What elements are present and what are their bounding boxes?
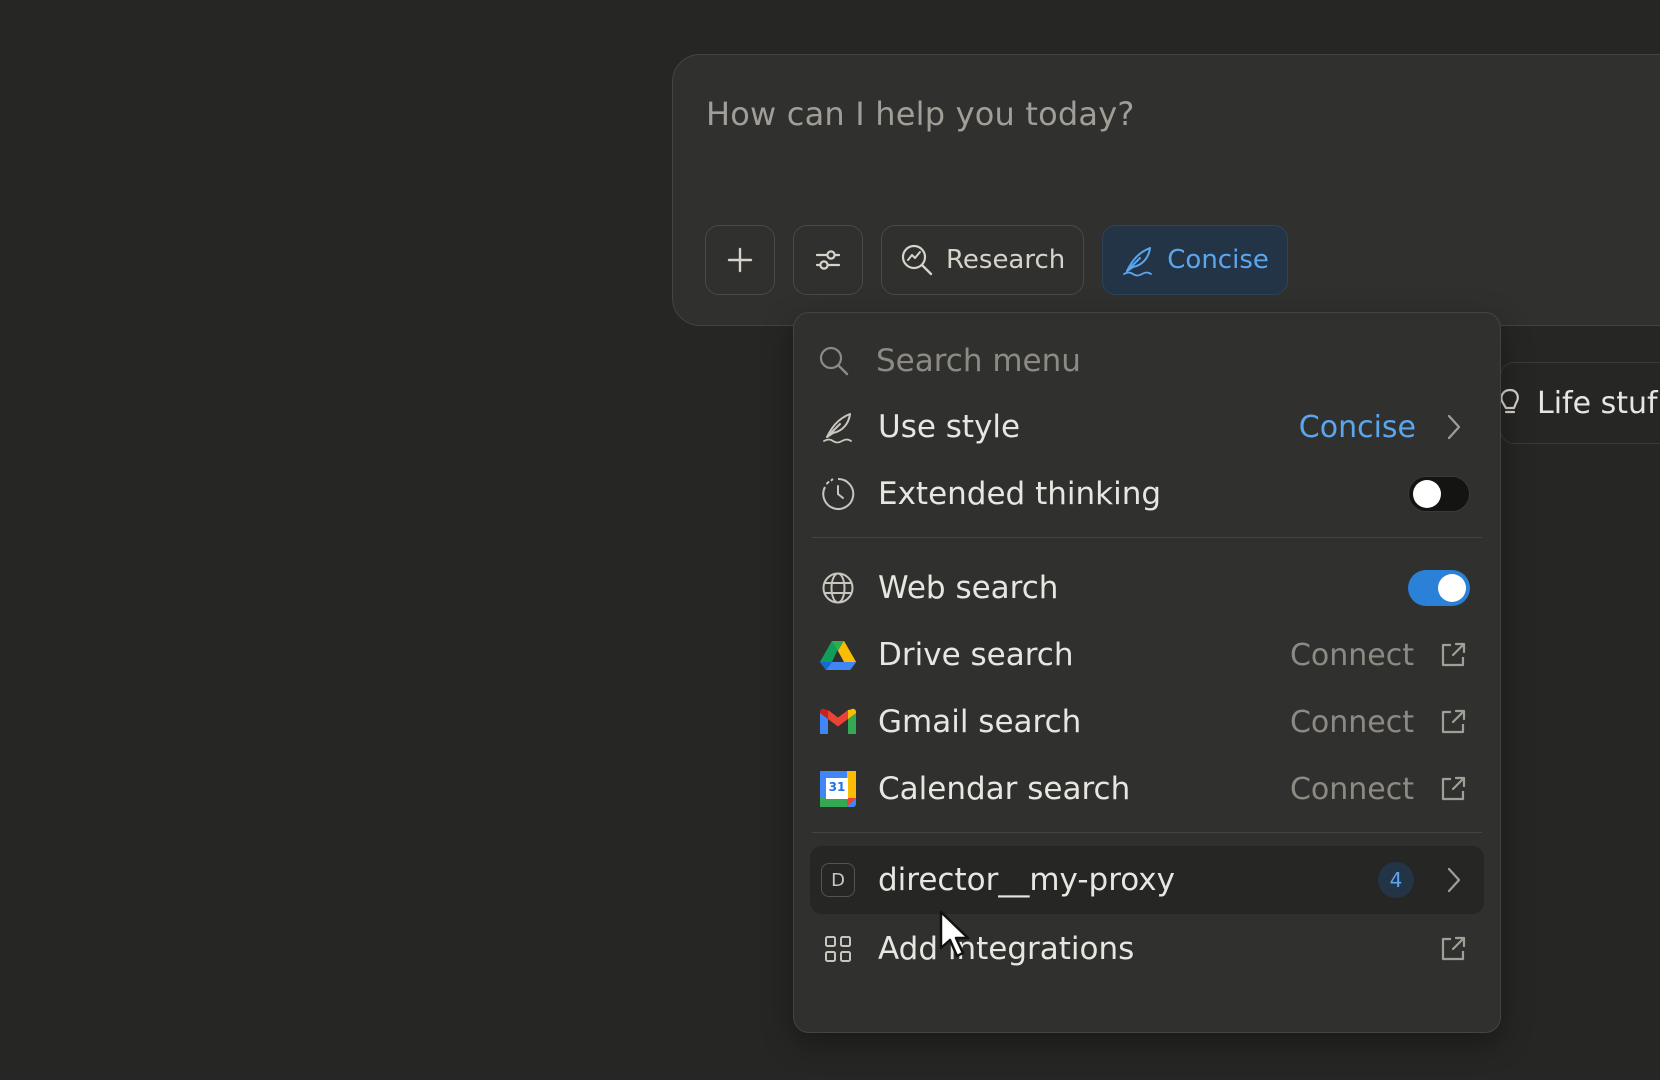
menu-item-director-proxy[interactable]: D director__my-proxy 4 <box>810 846 1484 914</box>
tools-menu: Use style Concise Extended thinking Web <box>793 312 1501 1033</box>
menu-search <box>818 331 1476 391</box>
connect-link[interactable]: Connect <box>1290 772 1414 807</box>
style-button[interactable]: Concise <box>1102 225 1288 295</box>
menu-item-add-integrations[interactable]: Add integrations <box>810 915 1484 983</box>
research-icon <box>901 244 933 276</box>
menu-item-label: Gmail search <box>878 704 1082 740</box>
integration-letter-icon: D <box>820 862 856 898</box>
menu-divider <box>812 832 1482 833</box>
menu-item-calendar-search[interactable]: 31 Calendar search Connect <box>810 755 1484 823</box>
style-label: Concise <box>1167 245 1269 275</box>
web-search-toggle[interactable] <box>1408 570 1470 606</box>
grid-icon <box>820 931 856 967</box>
extended-thinking-toggle[interactable] <box>1408 476 1470 512</box>
menu-item-use-style[interactable]: Use style Concise <box>810 393 1484 461</box>
project-chip[interactable]: Life stuf <box>1500 362 1660 444</box>
calendar-day: 31 <box>828 780 846 794</box>
external-link-icon <box>1438 774 1468 804</box>
add-button[interactable] <box>705 225 775 295</box>
google-calendar-icon: 31 <box>820 771 856 807</box>
menu-item-web-search[interactable]: Web search <box>810 554 1484 622</box>
chevron-right-icon <box>1442 865 1466 895</box>
feather-icon <box>1123 247 1153 277</box>
connect-link[interactable]: Connect <box>1290 638 1414 673</box>
research-label: Research <box>946 245 1066 275</box>
globe-icon <box>820 570 856 606</box>
clock-icon <box>820 476 856 512</box>
menu-item-gmail-search[interactable]: Gmail search Connect <box>810 688 1484 756</box>
menu-item-label: Extended thinking <box>878 476 1162 512</box>
search-menu-input[interactable] <box>874 342 1374 380</box>
menu-item-label: Calendar search <box>878 771 1131 807</box>
menu-item-label: director__my-proxy <box>878 862 1175 898</box>
tools-button[interactable] <box>793 225 863 295</box>
feather-icon <box>820 409 856 445</box>
mouse-cursor-icon <box>939 910 970 958</box>
gmail-icon <box>820 704 856 740</box>
composer-placeholder[interactable]: How can I help you today? <box>706 95 1135 133</box>
menu-item-label: Use style <box>878 409 1021 445</box>
research-button[interactable]: Research <box>881 225 1085 295</box>
project-chip-label: Life stuf <box>1537 385 1658 421</box>
plus-icon <box>727 247 753 273</box>
menu-item-drive-search[interactable]: Drive search Connect <box>810 621 1484 689</box>
external-link-icon <box>1438 934 1468 964</box>
external-link-icon <box>1438 707 1468 737</box>
composer-toolbar: Research Concise <box>705 225 1288 295</box>
menu-divider <box>812 537 1482 538</box>
connect-link[interactable]: Connect <box>1290 705 1414 740</box>
chevron-right-icon <box>1442 412 1466 442</box>
external-link-icon <box>1438 640 1468 670</box>
menu-item-label: Drive search <box>878 637 1074 673</box>
sliders-icon <box>815 250 841 270</box>
menu-item-label: Web search <box>878 570 1059 606</box>
current-style-value: Concise <box>1298 409 1416 445</box>
chat-composer[interactable]: How can I help you today? Research Conci… <box>672 54 1660 326</box>
search-icon <box>819 346 849 376</box>
tool-count-badge: 4 <box>1378 862 1414 898</box>
menu-item-extended-thinking[interactable]: Extended thinking <box>810 460 1484 528</box>
integration-letter: D <box>821 863 855 897</box>
google-drive-icon <box>820 637 856 673</box>
